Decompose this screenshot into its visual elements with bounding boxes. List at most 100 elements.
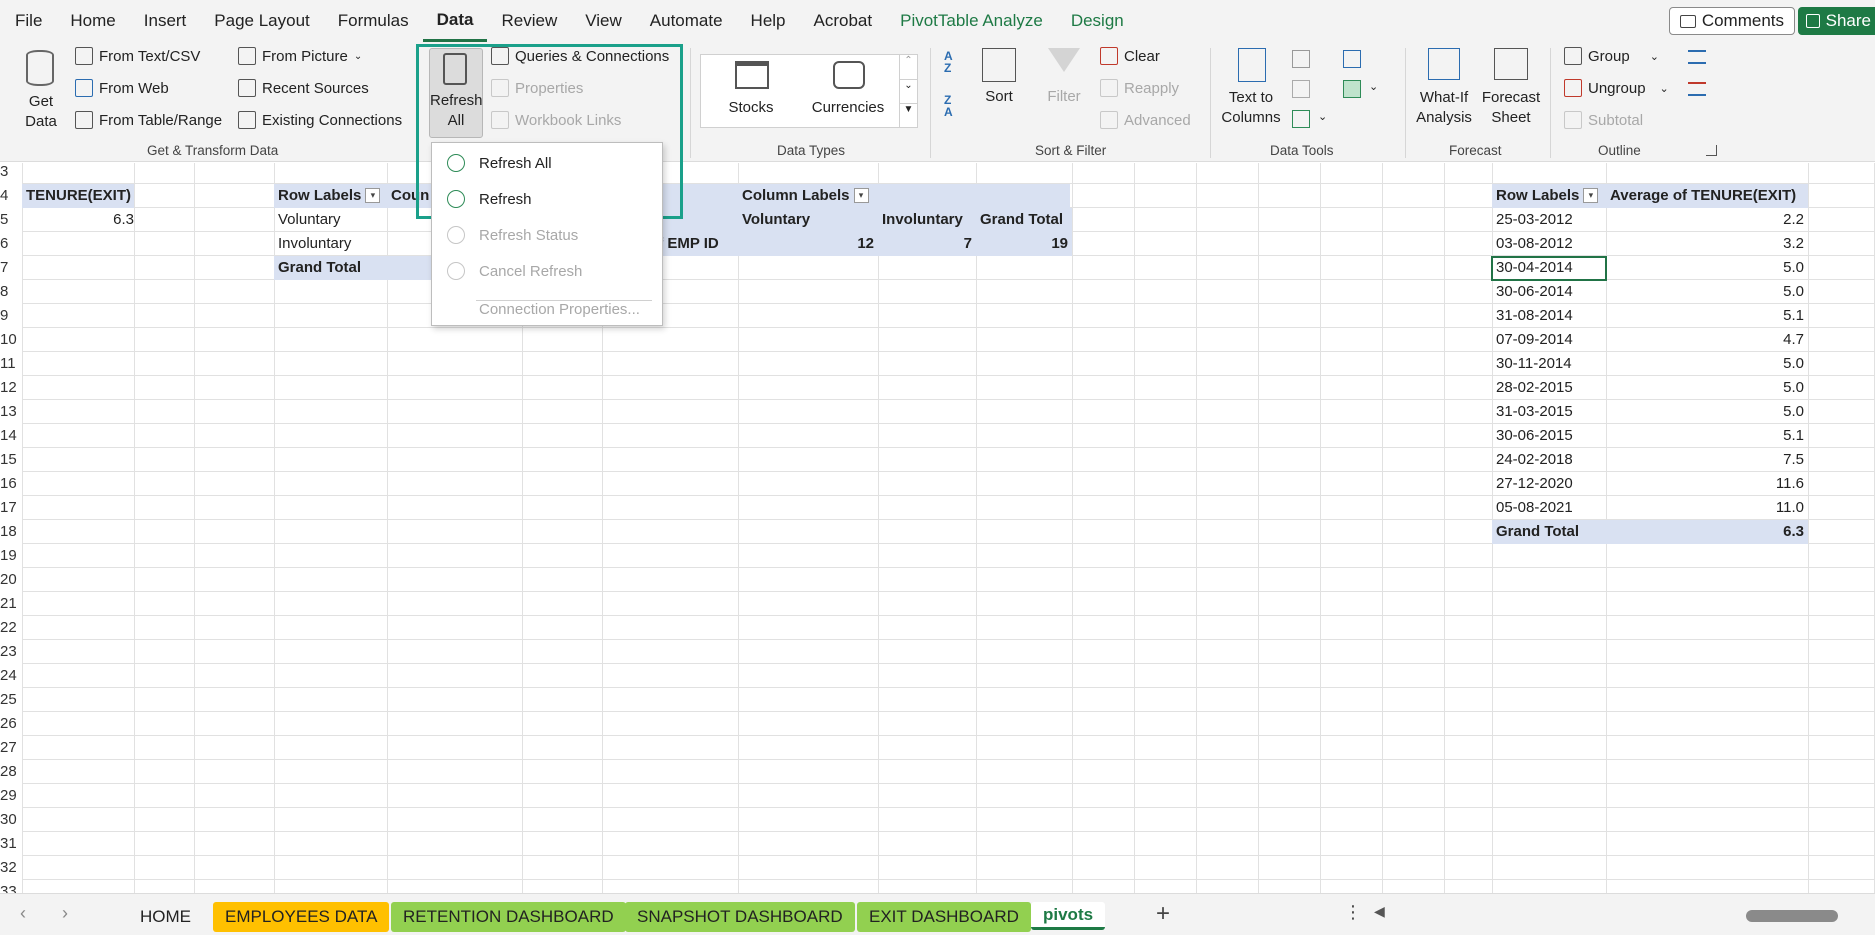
worksheet-grid[interactable]: 3 4 5 6 7 8 9 10 11 12 13 14 15 16 17 18 19 20 21 22 23 24 25 2…	[0, 163, 1875, 893]
filter-button[interactable]: Filter	[1044, 48, 1084, 108]
pivot4-date-cell[interactable]: 03-08-2012	[1492, 232, 1606, 256]
pivot4-date-cell[interactable]: 25-03-2012	[1492, 208, 1606, 232]
row-number[interactable]: 19	[0, 544, 22, 568]
tab-data[interactable]: Data	[422, 0, 488, 42]
pivot4-date-cell[interactable]: 07-09-2014	[1492, 328, 1606, 352]
tab-home[interactable]: Home	[56, 0, 129, 42]
pivot4-value-cell[interactable]: 5.0	[1606, 352, 1808, 376]
from-picture-button[interactable]: From Picture ⌄	[238, 47, 362, 65]
filter-dropdown-icon[interactable]: ▾	[365, 187, 381, 203]
more-options-icon[interactable]: ⋮	[1344, 902, 1362, 923]
row-number[interactable]: 10	[0, 328, 22, 352]
show-detail-icon[interactable]	[1688, 50, 1706, 64]
row-number[interactable]: 16	[0, 472, 22, 496]
menu-cancel-refresh[interactable]: Cancel Refresh	[432, 256, 662, 286]
row-number[interactable]: 13	[0, 400, 22, 424]
row-number[interactable]: 14	[0, 424, 22, 448]
pivot2-count-header[interactable]: Coun	[387, 184, 431, 208]
sheet-tab-snapshot-dashboard[interactable]: SNAPSHOT DASHBOARD	[625, 902, 855, 932]
row-number[interactable]: 23	[0, 640, 22, 664]
existing-connections-button[interactable]: Existing Connections	[238, 111, 402, 129]
add-sheet-icon[interactable]: +	[1156, 900, 1170, 928]
row-number[interactable]: 9	[0, 304, 22, 328]
relationships-icon[interactable]	[1343, 80, 1361, 98]
pivot2-row-labels[interactable]: Row Labels ▾	[274, 184, 387, 208]
workbook-links-button[interactable]: Workbook Links	[491, 111, 621, 129]
pivot4-grand-total[interactable]: Grand Total	[1492, 520, 1606, 544]
tab-pivottable-analyze[interactable]: PivotTable Analyze	[886, 0, 1057, 42]
what-if-analysis-button[interactable]: What-If Analysis	[1406, 48, 1482, 132]
sort-button[interactable]: Sort	[980, 48, 1018, 108]
row-number[interactable]: 27	[0, 736, 22, 760]
row-number[interactable]: 30	[0, 808, 22, 832]
share-button[interactable]: Share	[1797, 7, 1875, 35]
filter-dropdown-icon[interactable]: ▾	[853, 187, 869, 203]
row-number[interactable]: 12	[0, 376, 22, 400]
sort-descending-button[interactable]: ZA	[944, 94, 970, 120]
row-number[interactable]: 31	[0, 832, 22, 856]
pivot4-date-cell[interactable]: 27-12-2020	[1492, 472, 1606, 496]
row-number[interactable]: 15	[0, 448, 22, 472]
pivot2-row[interactable]: Voluntary	[274, 208, 387, 232]
sheet-tab-home[interactable]: HOME	[128, 902, 203, 932]
from-table-range-button[interactable]: From Table/Range	[75, 111, 222, 129]
filter-dropdown-icon[interactable]: ▾	[1583, 187, 1599, 203]
row-number[interactable]: 28	[0, 760, 22, 784]
scroll-tabs-left-icon[interactable]: ‹	[20, 903, 26, 924]
stocks-button[interactable]: Stocks	[715, 59, 787, 123]
tab-page-layout[interactable]: Page Layout	[200, 0, 323, 42]
menu-refresh[interactable]: Refresh	[432, 184, 662, 214]
currencies-button[interactable]: Currencies	[803, 59, 893, 123]
gallery-scroll-down[interactable]: ⌄	[899, 79, 917, 103]
pivot4-value-cell[interactable]: 3.2	[1606, 232, 1808, 256]
chevron-down-icon[interactable]: ⌄	[1318, 110, 1327, 123]
consolidate-icon[interactable]	[1343, 50, 1361, 68]
pivot4-value-cell[interactable]: 7.5	[1606, 448, 1808, 472]
row-number[interactable]: 18	[0, 520, 22, 544]
pivot3-col-involuntary[interactable]: Involuntary	[878, 208, 976, 232]
pivot4-value-cell[interactable]: 2.2	[1606, 208, 1808, 232]
pivot4-date-cell[interactable]: 30-11-2014	[1492, 352, 1606, 376]
row-number[interactable]: 8	[0, 280, 22, 304]
menu-refresh-status[interactable]: Refresh Status	[432, 220, 662, 250]
row-number[interactable]: 33	[0, 880, 22, 893]
pivot4-grand-total-value[interactable]: 6.3	[1606, 520, 1808, 544]
flash-fill-icon[interactable]	[1292, 50, 1310, 68]
pivot3-value-voluntary[interactable]: 12	[738, 232, 878, 256]
sheet-tab-retention-dashboard[interactable]: RETENTION DASHBOARD	[391, 902, 626, 932]
pivot4-value-header[interactable]: Average of TENURE(EXIT)	[1606, 184, 1808, 208]
hide-detail-icon[interactable]	[1688, 82, 1706, 96]
row-number[interactable]: 6	[0, 232, 22, 256]
from-text-csv-button[interactable]: From Text/CSV	[75, 47, 200, 65]
pivot4-value-cell[interactable]: 5.0	[1606, 280, 1808, 304]
gallery-scroll-up[interactable]: ⌃	[899, 55, 917, 79]
pivot4-date-cell[interactable]: 31-08-2014	[1492, 304, 1606, 328]
row-number[interactable]: 7	[0, 256, 22, 280]
sort-ascending-button[interactable]: AZ	[944, 50, 970, 76]
row-number[interactable]: 26	[0, 712, 22, 736]
gallery-expand[interactable]: ▼	[899, 103, 917, 127]
pivot4-row-labels[interactable]: Row Labels ▾	[1492, 184, 1606, 208]
pivot2-row[interactable]: Involuntary	[274, 232, 387, 256]
text-to-columns-button[interactable]: Text to Columns	[1220, 48, 1282, 132]
pivot2-grand-total[interactable]: Grand Total	[274, 256, 431, 280]
pivot4-date-cell[interactable]: 30-06-2014	[1492, 280, 1606, 304]
tab-design[interactable]: Design	[1057, 0, 1138, 42]
comments-button[interactable]: Comments	[1668, 7, 1795, 35]
tab-formulas[interactable]: Formulas	[324, 0, 423, 42]
ungroup-button[interactable]: Ungroup ⌄	[1564, 79, 1669, 97]
advanced-button[interactable]: Advanced	[1100, 111, 1191, 129]
tab-review[interactable]: Review	[487, 0, 571, 42]
menu-refresh-all[interactable]: Refresh All	[432, 148, 662, 178]
from-web-button[interactable]: From Web	[75, 79, 169, 97]
clear-button[interactable]: Clear	[1100, 47, 1160, 65]
tab-automate[interactable]: Automate	[636, 0, 737, 42]
group-button[interactable]: Group ⌄	[1564, 47, 1659, 65]
pivot4-value-cell[interactable]: 5.0	[1606, 400, 1808, 424]
pivot1-value[interactable]: 6.3	[22, 208, 134, 232]
row-number[interactable]: 29	[0, 784, 22, 808]
scroll-left-icon[interactable]: ◀	[1374, 903, 1385, 920]
subtotal-button[interactable]: Subtotal	[1564, 111, 1643, 129]
row-number[interactable]: 3	[0, 163, 22, 184]
properties-button[interactable]: Properties	[491, 79, 583, 97]
